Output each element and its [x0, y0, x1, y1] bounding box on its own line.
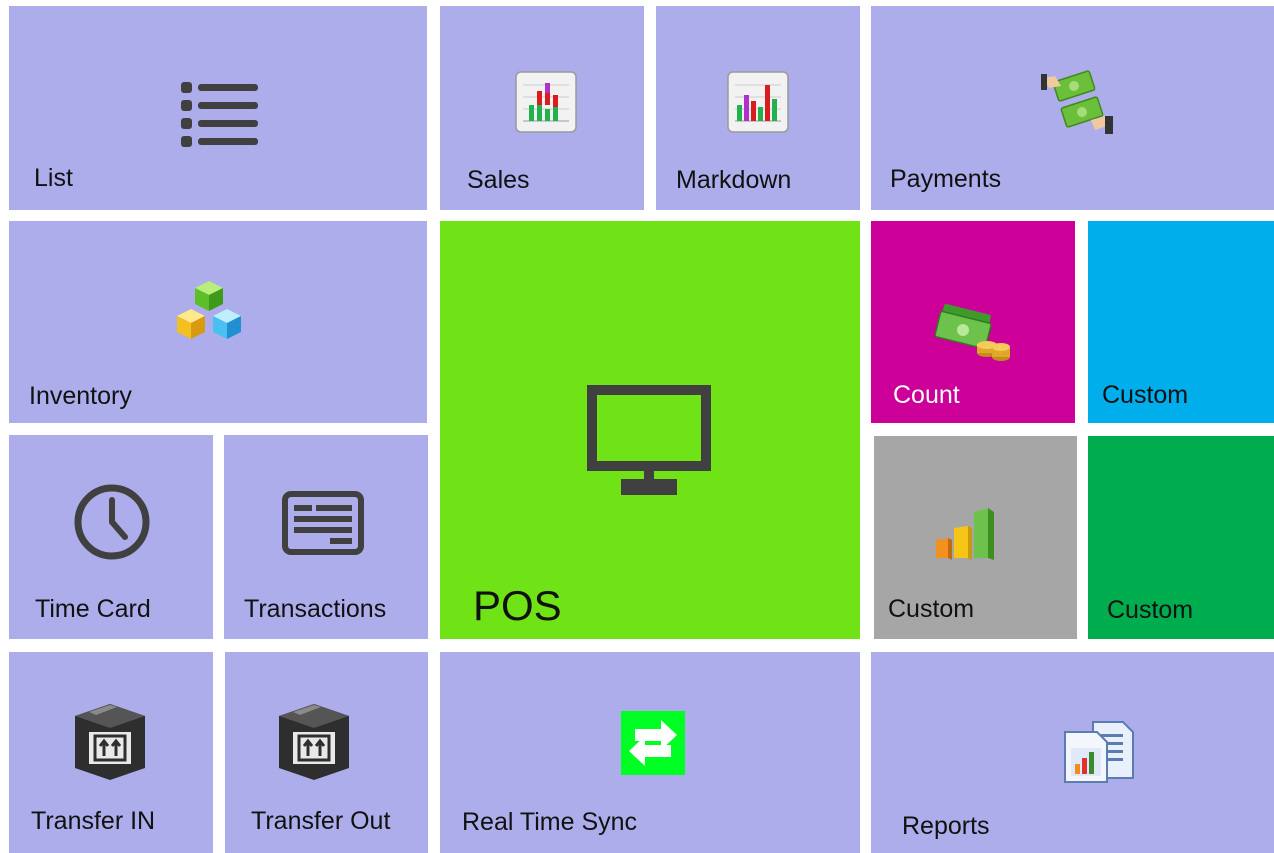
tile-payments-label: Payments	[890, 165, 1002, 193]
tile-pos[interactable]: POS	[440, 221, 860, 639]
tile-custom-blue-label: Custom	[1102, 381, 1189, 409]
cubes-icon	[177, 281, 241, 339]
growth-chart-icon	[936, 508, 994, 560]
box-icon	[279, 704, 349, 780]
tile-transfer-out[interactable]: Transfer Out	[225, 652, 428, 853]
tile-time-card[interactable]: Time Card	[9, 435, 213, 639]
tile-transactions-label: Transactions	[244, 595, 387, 623]
tile-custom-green[interactable]: Custom	[1088, 436, 1274, 639]
tile-real-time-sync[interactable]: Real Time Sync	[440, 652, 860, 853]
monitor-icon	[587, 385, 711, 495]
tile-custom-gray[interactable]: Custom	[874, 436, 1077, 639]
cash-coins-icon	[935, 303, 1010, 361]
reports-icon	[1064, 721, 1134, 783]
tile-custom-gray-label: Custom	[888, 595, 975, 623]
tile-sales-label: Sales	[467, 166, 530, 194]
tile-inventory[interactable]: Inventory	[9, 221, 427, 423]
tile-inventory-label: Inventory	[29, 382, 132, 410]
tile-real-time-sync-label: Real Time Sync	[462, 808, 638, 836]
tile-transfer-in[interactable]: Transfer IN	[9, 652, 213, 853]
tile-custom-blue[interactable]: Custom	[1088, 221, 1274, 423]
box-icon	[75, 704, 145, 780]
tile-list-label: List	[34, 164, 73, 192]
bar-chart-icon	[727, 71, 789, 133]
sync-icon	[621, 711, 685, 775]
list-icon	[181, 82, 258, 147]
tile-payments[interactable]: Payments	[871, 6, 1274, 210]
tile-custom-green-label: Custom	[1107, 596, 1194, 624]
tile-reports-label: Reports	[902, 812, 990, 840]
tile-count-label: Count	[893, 381, 960, 409]
bar-chart-icon	[515, 71, 577, 133]
tile-list[interactable]: List	[9, 6, 427, 210]
tile-count[interactable]: Count	[871, 221, 1075, 423]
tile-pos-label: POS	[473, 582, 562, 629]
tile-time-card-label: Time Card	[35, 595, 151, 623]
tile-reports[interactable]: Reports	[871, 652, 1274, 853]
tile-sales[interactable]: Sales	[440, 6, 644, 210]
tile-markdown-label: Markdown	[676, 166, 792, 194]
tile-transfer-in-label: Transfer IN	[31, 807, 156, 835]
tile-markdown[interactable]: Markdown	[656, 6, 860, 210]
clock-icon	[74, 484, 150, 560]
receipt-icon	[282, 491, 364, 555]
tile-transactions[interactable]: Transactions	[224, 435, 428, 639]
tile-transfer-out-label: Transfer Out	[251, 807, 391, 835]
money-exchange-icon	[1041, 70, 1113, 134]
